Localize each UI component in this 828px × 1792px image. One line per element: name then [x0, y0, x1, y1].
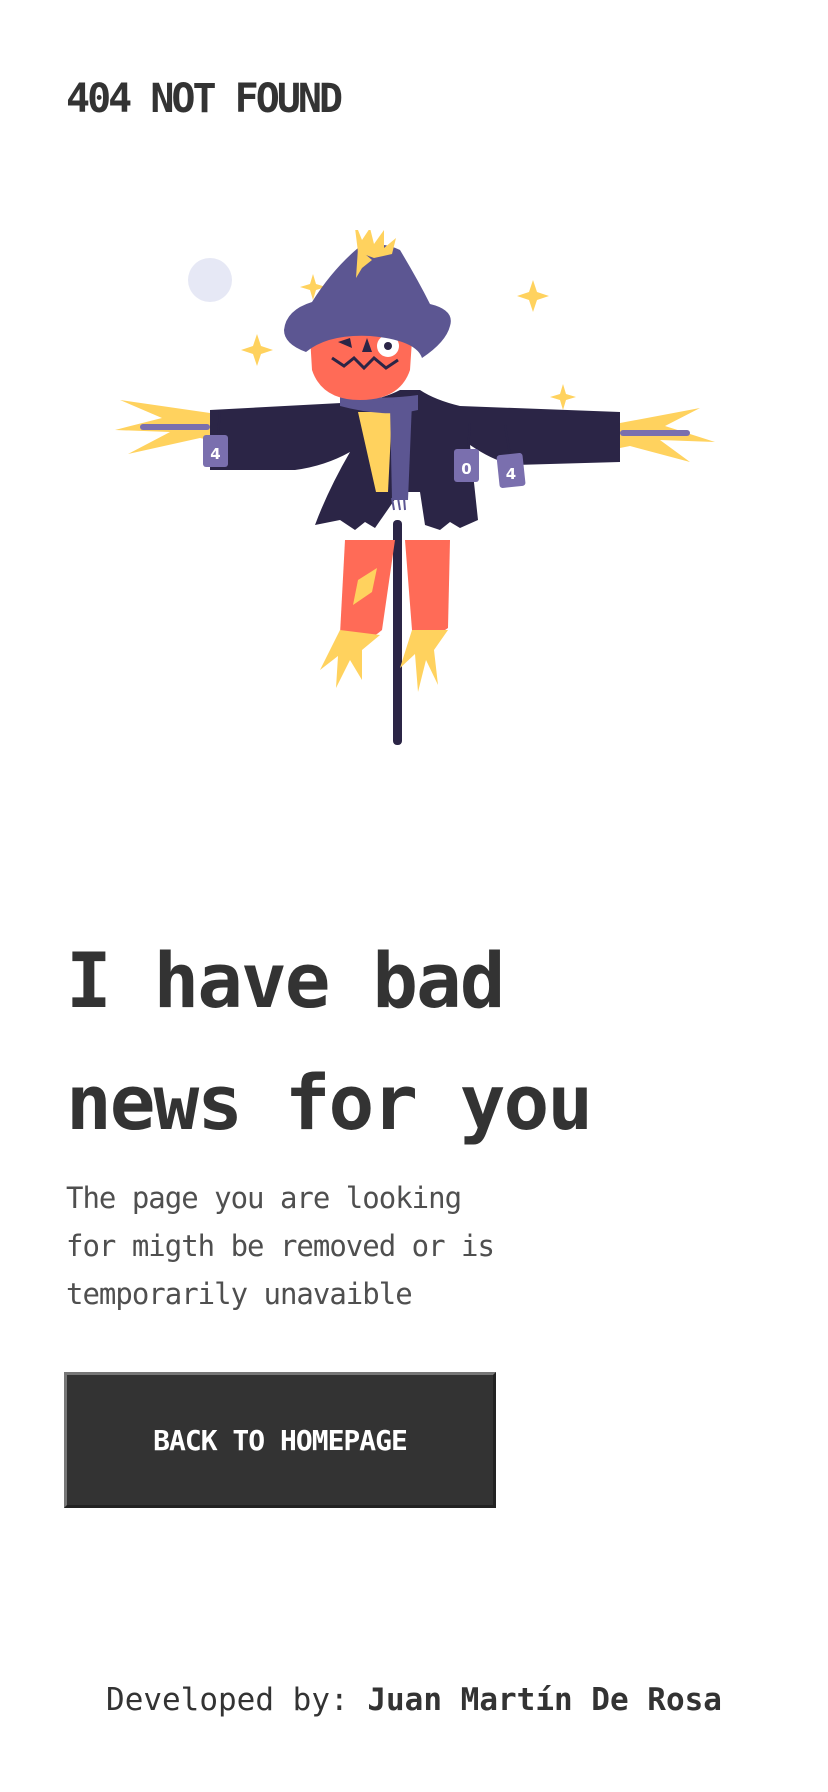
footer-credit: Developed by: Juan Martín De Rosa: [0, 1682, 828, 1718]
moon-icon: [188, 258, 232, 302]
description-line-2: for migth be removed or is: [66, 1229, 495, 1263]
left-foot-straw: [320, 630, 380, 688]
can-left-label: 4: [210, 445, 220, 463]
page-header-title: 404 NOT FOUND: [66, 76, 343, 122]
description: The page you are looking for migth be re…: [66, 1174, 586, 1318]
headline: I have bad news for you: [66, 920, 786, 1164]
description-line-1: The page you are looking: [66, 1181, 462, 1215]
back-to-homepage-button[interactable]: BACK TO HOMEPAGE: [64, 1372, 496, 1508]
coat: [210, 390, 620, 530]
right-foot-straw: [400, 630, 448, 692]
headline-line-2: news for you: [66, 1058, 593, 1147]
headline-line-1: I have bad: [66, 936, 506, 1025]
footer-prefix: Developed by:: [106, 1682, 349, 1718]
footer-author: Juan Martín De Rosa: [367, 1682, 722, 1718]
description-line-3: temporarily unavaible: [66, 1277, 413, 1311]
pole: [393, 520, 402, 745]
can-middle-label: 0: [461, 460, 471, 478]
right-leg: [405, 540, 450, 636]
can-right-label: 4: [506, 465, 516, 483]
scarecrow-illustration: 4 0 4: [115, 230, 715, 745]
